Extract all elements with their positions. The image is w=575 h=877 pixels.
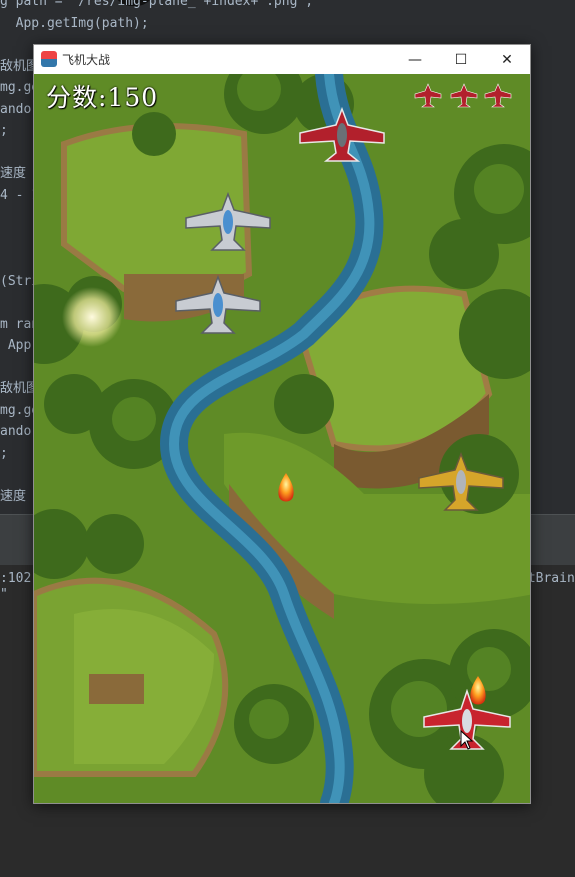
close-button[interactable]: ✕	[484, 45, 530, 74]
window-titlebar[interactable]: 飞机大战 — ☐ ✕	[34, 45, 530, 74]
mouse-cursor-icon	[460, 730, 474, 750]
minimize-icon: —	[408, 51, 422, 68]
life-plane-icon	[484, 83, 512, 108]
ide-code-line: App.getImg(path);	[0, 15, 149, 31]
enemy-plane-red	[299, 107, 385, 162]
game-canvas[interactable]: 分数:150	[34, 74, 530, 803]
window-title: 飞机大战	[62, 53, 111, 67]
game-window: 飞机大战 — ☐ ✕ 分数:150	[33, 44, 531, 804]
ide-code-line: g path = "/res/img-plane_"+index+".png";	[0, 0, 314, 9]
score-display: 分数:150	[46, 83, 159, 112]
ide-code-line: ;	[0, 445, 8, 461]
fireball-bullet	[278, 473, 294, 502]
console-text-left: :102	[0, 571, 32, 586]
ide-code-line: 速度	[0, 488, 27, 504]
minimize-button[interactable]: —	[392, 45, 438, 74]
enemy-plane-silver	[185, 192, 271, 251]
console-text-quote: "	[0, 587, 8, 602]
window-app-icon	[41, 51, 57, 67]
ide-code-line: ;	[0, 123, 8, 138]
explosion-glow	[62, 287, 122, 347]
life-plane-icon	[414, 83, 442, 108]
maximize-icon: ☐	[454, 51, 468, 68]
life-plane-icon	[450, 83, 478, 108]
close-icon: ✕	[501, 51, 513, 68]
maximize-button[interactable]: ☐	[438, 45, 484, 74]
enemy-plane-gold	[418, 452, 504, 511]
ide-code-line: 速度	[0, 166, 27, 181]
enemy-plane-silver	[175, 275, 261, 334]
ide-code-line: App	[0, 338, 32, 353]
